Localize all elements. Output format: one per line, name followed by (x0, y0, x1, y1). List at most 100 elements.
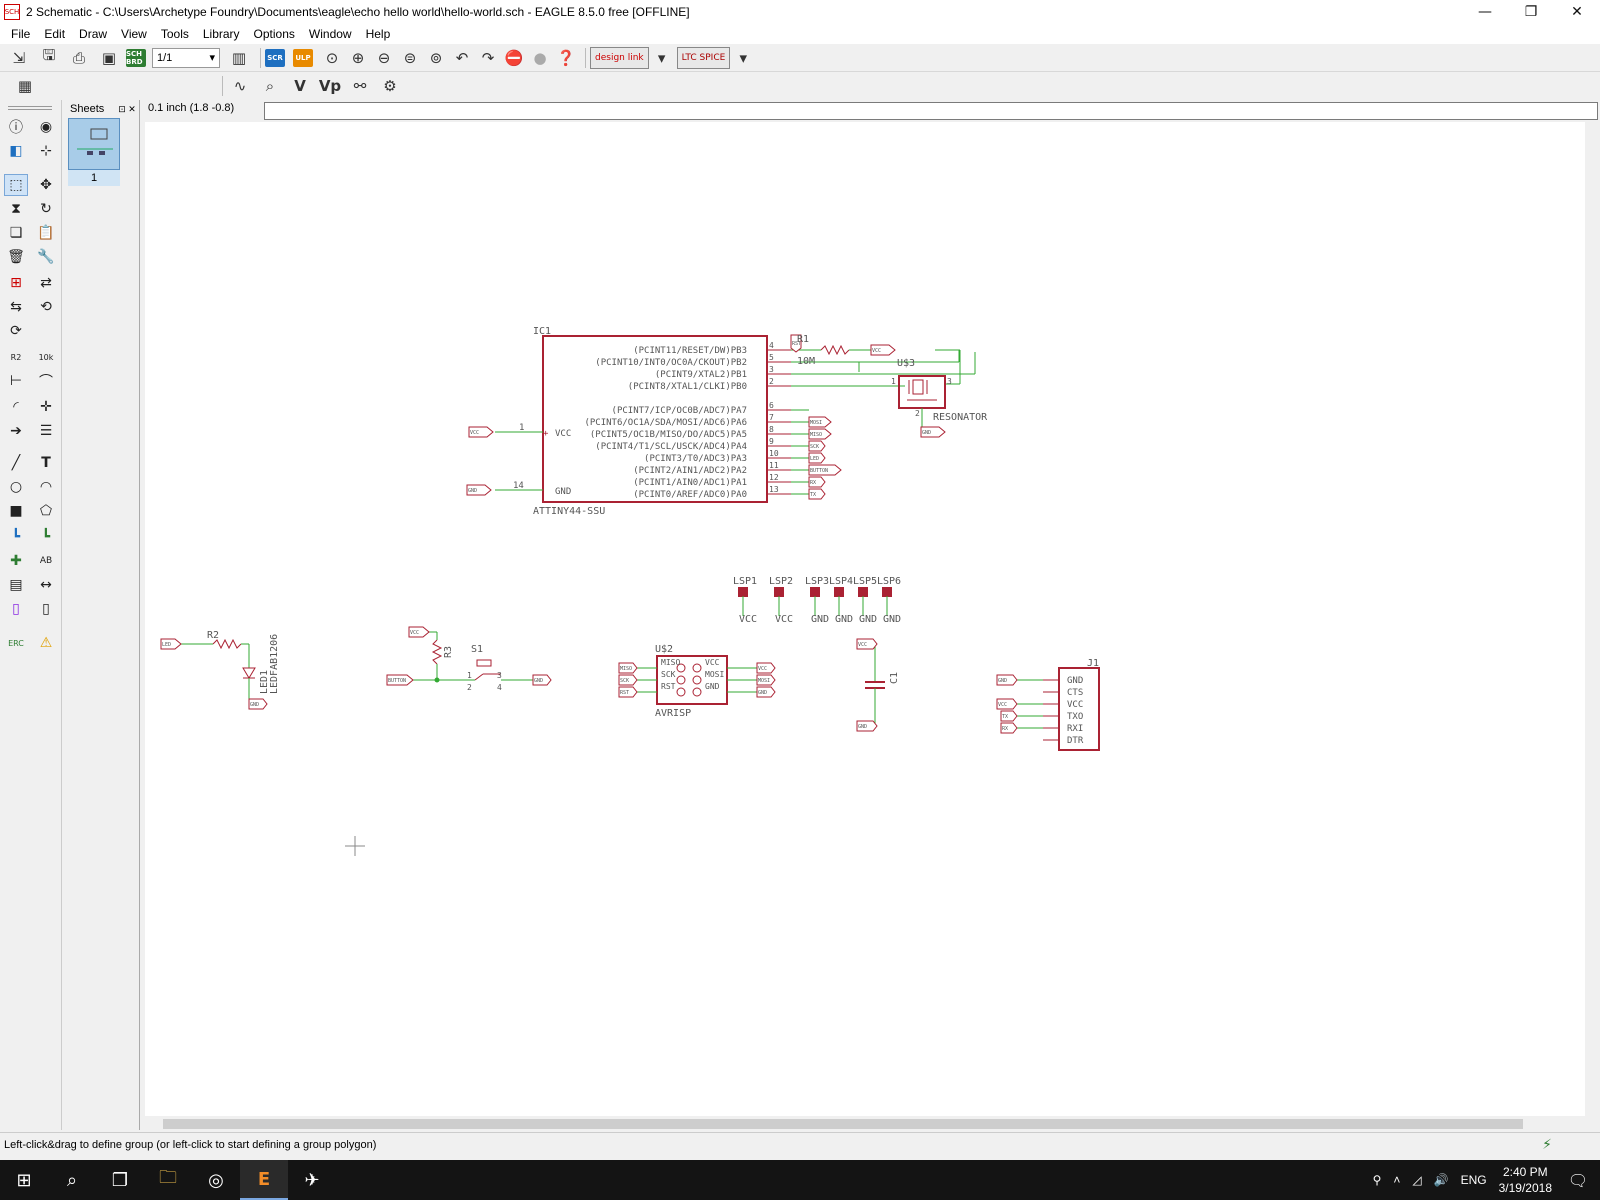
language-indicator[interactable]: ENG (1461, 1173, 1487, 1187)
attribute-icon[interactable]: ▤ (4, 574, 28, 596)
module-icon[interactable]: ▯ (34, 598, 58, 620)
line-icon[interactable]: ╱ (4, 452, 28, 474)
menu-view[interactable]: View (114, 27, 154, 41)
text-icon[interactable]: T (34, 452, 58, 474)
mirror-icon[interactable]: ⧗ (4, 198, 28, 220)
chevron-down-icon[interactable]: ▾ (732, 46, 754, 70)
people-icon[interactable]: ⚲ (1373, 1173, 1382, 1187)
wrench-icon[interactable]: 🔧 (34, 246, 58, 268)
mark-icon[interactable]: ⊹ (34, 140, 58, 162)
chrome-icon[interactable]: ◎ (192, 1160, 240, 1200)
chevron-down-icon[interactable]: ▾ (651, 46, 673, 70)
paste-icon[interactable]: 📋 (34, 222, 58, 244)
polygon-icon[interactable]: ⬠ (34, 500, 58, 522)
stop-icon[interactable]: ⛔ (503, 46, 525, 70)
voltage-probe-icon[interactable]: V (287, 74, 313, 98)
volume-icon[interactable]: 🔊 (1434, 1173, 1449, 1187)
network-icon[interactable]: ◿ (1412, 1173, 1421, 1187)
chevron-up-icon[interactable]: ˄ (1393, 1173, 1400, 1187)
layer-icon[interactable]: ◧ (4, 140, 28, 162)
eagle-app-icon[interactable]: E (240, 1160, 288, 1200)
move-icon[interactable]: ✥ (34, 174, 58, 196)
script-icon[interactable]: SCR (265, 48, 285, 67)
gate-swap-icon[interactable]: ⟲ (34, 296, 58, 318)
zoom-redraw-icon[interactable]: ⊜ (399, 46, 421, 70)
label-icon[interactable]: AB (34, 550, 58, 572)
change-icon[interactable]: ➔ (4, 420, 28, 442)
command-line-input[interactable] (264, 102, 1598, 120)
lightning-icon[interactable]: ⚡ (1542, 1137, 1552, 1153)
horizontal-scrollbar[interactable] (145, 1116, 1585, 1132)
miter-icon[interactable]: ⌒ (34, 370, 58, 392)
align-icon[interactable]: ☰ (34, 420, 58, 442)
menu-tools[interactable]: Tools (154, 27, 196, 41)
sheets-scrollbar[interactable] (123, 118, 137, 1128)
rectangle-icon[interactable]: ■ (4, 500, 28, 522)
menu-file[interactable]: File (4, 27, 37, 41)
warning-icon[interactable]: ⚠ (34, 632, 58, 654)
sheets-icon[interactable]: ▥ (226, 46, 252, 70)
value-icon[interactable]: 10k (34, 346, 58, 368)
simulate-icon[interactable]: ∿ (227, 74, 253, 98)
zoom-out-icon[interactable]: ⊖ (373, 46, 395, 70)
probe-icon[interactable]: ⌕ (257, 74, 283, 98)
redo-icon[interactable]: ↷ (477, 46, 499, 70)
scroll-thumb[interactable] (163, 1119, 1523, 1129)
info-icon[interactable]: ⓘ (4, 116, 28, 138)
zoom-fit-icon[interactable]: ⊙ (321, 46, 343, 70)
pin-swap-icon[interactable]: ⇄ (34, 272, 58, 294)
split-icon[interactable]: ⊢ (4, 370, 28, 392)
ltspice-button[interactable]: LTC SPICE (676, 46, 731, 69)
eagle-window-icon[interactable]: ✈ (288, 1160, 336, 1200)
group-icon[interactable]: ⬚ (4, 174, 28, 196)
close-icon[interactable]: ✕ (1554, 0, 1600, 24)
search-icon[interactable]: ⌕ (48, 1160, 96, 1200)
menu-options[interactable]: Options (247, 27, 302, 41)
replace-icon[interactable]: ⇆ (4, 296, 28, 318)
show-icon[interactable]: ◉ (34, 116, 58, 138)
schematic-canvas[interactable]: IC1 ATTINY44-SSU + VCC GND 1 14 (PCINT11… (145, 122, 1585, 1116)
invoke-icon[interactable]: ⟳ (4, 320, 28, 342)
menu-library[interactable]: Library (196, 27, 247, 41)
delete-icon[interactable]: 🗑 (4, 246, 28, 268)
ulp-icon[interactable]: ULP (293, 48, 313, 67)
menu-edit[interactable]: Edit (37, 27, 72, 41)
notifications-icon[interactable]: 🗨 (1556, 1160, 1600, 1200)
help-icon[interactable]: ❓ (555, 46, 577, 70)
frame-icon[interactable]: ▯ (4, 598, 28, 620)
zoom-in-icon[interactable]: ⊕ (347, 46, 369, 70)
arc-icon[interactable]: ◠ (34, 476, 58, 498)
file-explorer-icon[interactable]: 🗀 (144, 1160, 192, 1200)
menu-draw[interactable]: Draw (72, 27, 114, 41)
open-icon[interactable]: ⇲ (6, 46, 32, 70)
windows-start-icon[interactable]: ⊞ (0, 1160, 48, 1200)
junction-icon[interactable]: ✚ (4, 550, 28, 572)
vertical-scrollbar[interactable] (1585, 122, 1600, 1116)
cam-icon[interactable]: ▣ (96, 46, 122, 70)
restore-icon[interactable]: ❐ (1508, 0, 1554, 24)
sheet-select[interactable]: 1/1 ▾ (152, 47, 220, 68)
design-link-button[interactable]: design link (590, 46, 649, 69)
pin-icon[interactable]: ⊡ ✕ (118, 104, 136, 115)
save-icon[interactable]: 🖫 (36, 46, 62, 70)
minimize-icon[interactable]: — (1462, 0, 1508, 24)
menu-help[interactable]: Help (359, 27, 398, 41)
copy-icon[interactable]: ❏ (4, 222, 28, 244)
go-icon[interactable]: ● (529, 46, 551, 70)
erc-icon[interactable]: ERC (4, 632, 28, 654)
rotate-icon[interactable]: ↻ (34, 198, 58, 220)
sheet-thumbnail[interactable] (68, 118, 120, 170)
voltage-phase-probe-icon[interactable]: Vp (317, 74, 343, 98)
sim-link-icon[interactable]: ⚯ (347, 74, 373, 98)
grid-icon[interactable]: ▦ (12, 74, 38, 98)
net-icon[interactable]: ┗ (34, 526, 58, 548)
optimize-icon[interactable]: ◜ (4, 396, 28, 418)
undo-icon[interactable]: ↶ (451, 46, 473, 70)
name-icon[interactable]: R2 (4, 346, 28, 368)
task-view-icon[interactable]: ❐ (96, 1160, 144, 1200)
sim-settings-icon[interactable]: ⚙ (377, 74, 403, 98)
add-part-icon[interactable]: ⊞ (4, 272, 28, 294)
bus-icon[interactable]: ┗ (4, 526, 28, 548)
clock[interactable]: 2:40 PM 3/19/2018 (1499, 1164, 1552, 1196)
sch-brd-switch-icon[interactable]: SCH BRD (126, 48, 146, 67)
